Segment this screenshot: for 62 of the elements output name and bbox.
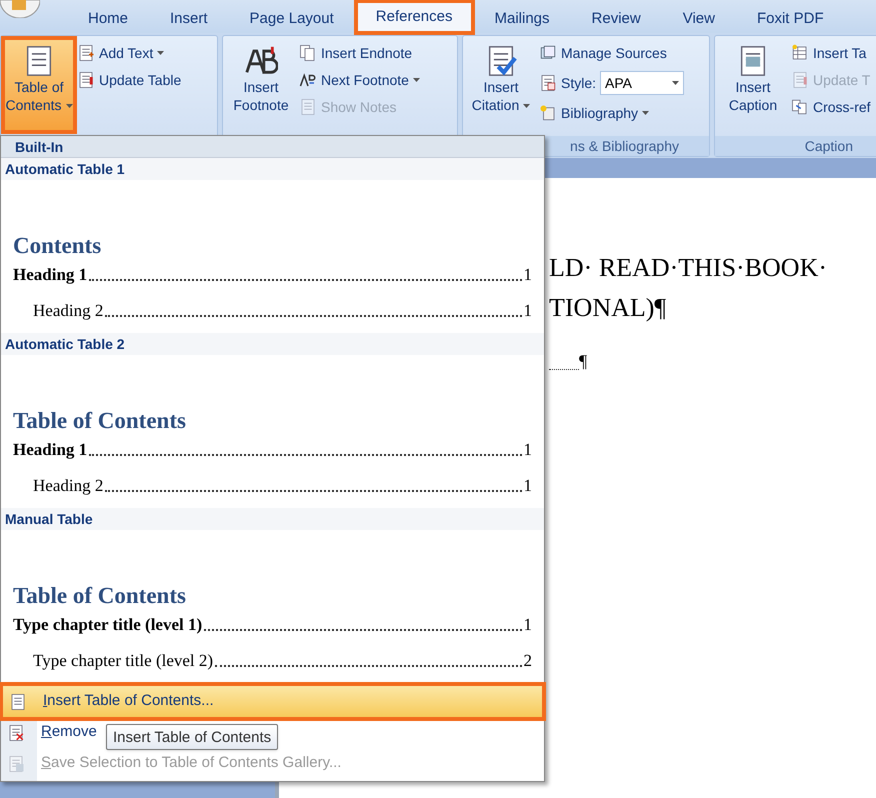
tooltip: Insert Table of Contents — [106, 724, 278, 750]
pages-icon — [299, 44, 317, 62]
document-icon — [299, 98, 317, 116]
ribbon-tab[interactable]: Review — [574, 5, 659, 33]
ribbon-tab[interactable]: Insert — [152, 5, 226, 33]
style-dropdown[interactable]: APA — [600, 71, 684, 95]
group-label: ns & Bibliography — [570, 137, 679, 156]
ribbon-button[interactable]: Bibliography — [539, 104, 650, 122]
ribbon-button[interactable]: Manage Sources — [539, 44, 667, 62]
cross-reference-icon — [791, 98, 809, 116]
menu-item[interactable]: Insert Table of Contents... — [3, 686, 542, 717]
document-exclamation-icon — [791, 71, 809, 89]
ribbon-tab[interactable]: View — [664, 5, 733, 33]
gallery-item-title: Manual Table — [1, 508, 544, 530]
table-icon — [791, 44, 809, 62]
ribbon-large-button[interactable]: Table of Contents — [5, 40, 73, 130]
page-number: 1 — [524, 439, 532, 461]
ribbon-button[interactable]: Next Footnote — [299, 71, 420, 89]
ribbon-large-button[interactable]: Insert Citation — [467, 40, 535, 130]
office-logo-icon — [0, 0, 40, 18]
ribbon-button[interactable]: Cross-ref — [791, 98, 871, 116]
page-number: 1 — [524, 614, 532, 636]
caret-icon — [672, 81, 680, 85]
group-label: Caption — [804, 137, 853, 156]
menu-section-header: Built-In — [1, 136, 544, 158]
ribbon-large-button[interactable]: Insert Caption — [719, 40, 787, 130]
footnote-arrow-icon — [299, 71, 317, 89]
ribbon-tab[interactable]: Mailings — [476, 5, 568, 33]
gallery-item-title: Automatic Table 1 — [1, 158, 544, 180]
ribbon-tab[interactable]: Home — [70, 5, 146, 33]
document-plus-icon — [77, 44, 95, 62]
toc-preview-heading: Table of Contents — [13, 582, 187, 610]
page-number: 1 — [524, 300, 532, 322]
ribbon-button[interactable]: Insert Ta — [791, 44, 866, 62]
ribbon-tab[interactable]: References — [358, 3, 470, 31]
ribbon-button[interactable]: Update Table — [77, 71, 182, 89]
toc-entry: Heading 1 — [13, 264, 88, 286]
paragraph-mark: ¶ — [579, 350, 588, 373]
ribbon-large-button[interactable]: Insert Footnote — [227, 40, 295, 130]
toc-preview-heading: Table of Contents — [13, 407, 187, 435]
document-icon — [9, 692, 27, 710]
ribbon-button[interactable]: Add Text — [77, 44, 164, 62]
toc-entry: Heading 2 — [33, 475, 104, 497]
ribbon-button[interactable]: Style: — [539, 74, 596, 92]
document-exclamation-icon — [77, 71, 95, 89]
document-heading-line: LD· READ·THIS·BOOK· — [549, 252, 828, 284]
page-number: 1 — [524, 264, 532, 286]
ribbon-tab[interactable]: Foxit PDF — [738, 5, 842, 33]
toc-entry: Heading 1 — [13, 439, 88, 461]
document-list-icon — [539, 74, 557, 92]
document-heading-line: TIONAL)¶ — [549, 292, 668, 324]
page-number: 1 — [524, 475, 532, 497]
document-save-icon — [7, 754, 25, 772]
ribbon-tab[interactable]: Page Layout — [232, 5, 352, 33]
ribbon-button[interactable]: Insert Endnote — [299, 44, 412, 62]
gallery-item-title: Automatic Table 2 — [1, 333, 544, 355]
toc-entry: Type chapter title (level 1) — [13, 614, 202, 636]
toc-preview-heading: Contents — [13, 232, 102, 260]
toc-entry: Heading 2 — [33, 300, 104, 322]
document-remove-icon — [7, 724, 25, 742]
page-number: 2 — [524, 650, 532, 672]
toc-entry: Type chapter title (level 2) — [33, 650, 214, 672]
